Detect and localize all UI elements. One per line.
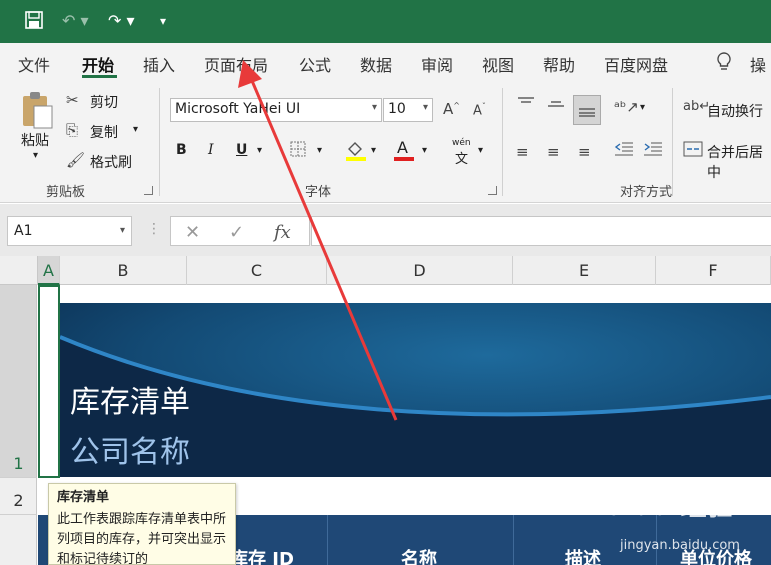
annotation-arrow: [238, 60, 398, 421]
